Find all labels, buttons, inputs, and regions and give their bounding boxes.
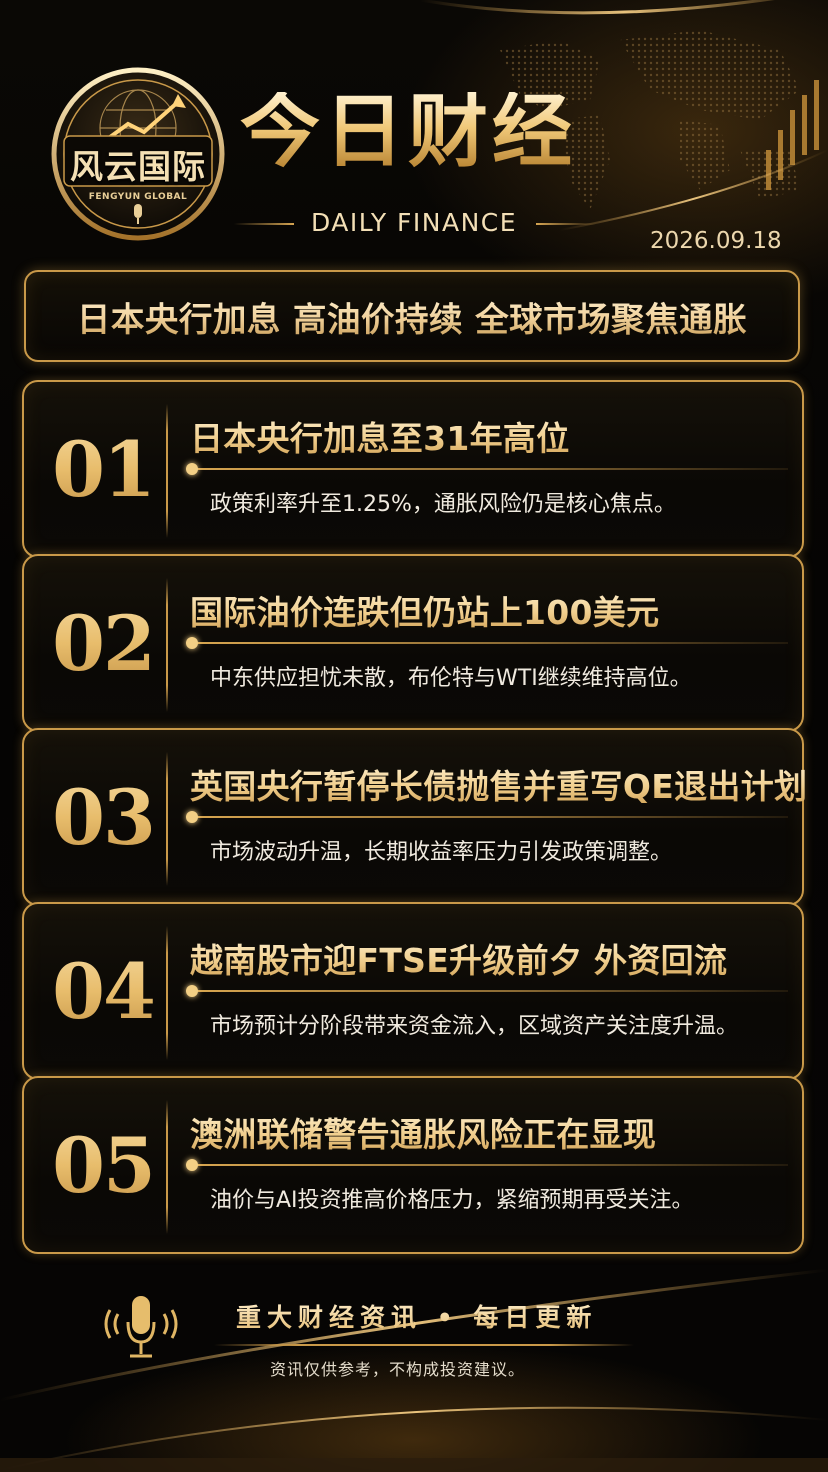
news-card: 04 越南股市迎FTSE升级前夕 外资回流 市场预计分阶段带来资金流入，区域资产… [22, 902, 804, 1080]
news-card: 05 澳洲联储警告通胀风险正在显现 油价与AI投资推高价格压力，紧缩预期再受关注… [22, 1076, 804, 1254]
title-rule [192, 816, 788, 818]
news-number: 03 [38, 730, 168, 904]
title-rule [192, 1164, 788, 1166]
headline-text: 日本央行加息 高油价持续 全球市场聚焦通胀 [77, 292, 747, 341]
microphone-icon [104, 1296, 178, 1358]
news-number: 05 [38, 1078, 168, 1252]
news-card: 03 英国央行暂停长债抛售并重写QE退出计划 市场波动升温，长期收益率压力引发政… [22, 728, 807, 906]
footer-disclaimer: 资讯仅供参考，不构成投资建议。 [270, 1360, 526, 1379]
bullet-dot [186, 811, 198, 823]
news-description: 油价与AI投资推高价格压力，紧缩预期再受关注。 [210, 1188, 694, 1213]
news-description: 中东供应担忧未散，布伦特与WTI继续维持高位。 [210, 666, 692, 691]
title-rule [192, 468, 788, 470]
news-title: 澳洲联储警告通胀风险正在显现 [190, 1108, 656, 1156]
title-rule [192, 990, 788, 992]
news-card: 02 国际油价连跌但仍站上100美元 中东供应担忧未散，布伦特与WTI继续维持高… [22, 554, 804, 732]
bottom-strip [0, 1458, 828, 1472]
card-divider [166, 926, 168, 1060]
footer-tagline: 重大财经资讯 • 每日更新 [236, 1298, 597, 1334]
bullet-dot [186, 1159, 198, 1171]
card-divider [166, 752, 168, 886]
news-number: 04 [38, 904, 168, 1078]
footer-divider [214, 1344, 634, 1346]
card-divider [166, 578, 168, 712]
subtitle-divider-right [536, 223, 596, 225]
bullet-dot [186, 637, 198, 649]
news-description: 市场波动升温，长期收益率压力引发政策调整。 [210, 840, 673, 865]
news-number: 01 [38, 382, 168, 556]
news-description: 政策利率升至1.25%，通胀风险仍是核心焦点。 [210, 492, 676, 517]
news-description: 市场预计分阶段带来资金流入，区域资产关注度升温。 [210, 1014, 739, 1039]
news-number: 02 [38, 556, 168, 730]
headline-banner: 日本央行加息 高油价持续 全球市场聚焦通胀 [24, 270, 800, 362]
bullet-dot [186, 463, 198, 475]
bullet-dot [186, 985, 198, 997]
card-divider [166, 1100, 168, 1234]
news-title: 国际油价连跌但仍站上100美元 [190, 586, 659, 634]
title-rule [192, 642, 788, 644]
top-glow-arc [419, 0, 775, 15]
news-title: 日本央行加息至31年高位 [190, 412, 570, 460]
page-subtitle: DAILY FINANCE [310, 208, 518, 237]
page-title: 今日财经 [240, 92, 620, 172]
news-title: 英国央行暂停长债抛售并重写QE退出计划 [190, 760, 807, 808]
subtitle-divider-left [234, 223, 294, 225]
news-card: 01 日本央行加息至31年高位 政策利率升至1.25%，通胀风险仍是核心焦点。 [22, 380, 804, 558]
issue-date: 2026.09.18 [650, 228, 782, 254]
card-divider [166, 404, 168, 538]
logo-text: 风云国际 [70, 147, 206, 186]
news-title: 越南股市迎FTSE升级前夕 外资回流 [190, 934, 727, 982]
logo-subtext: FENGYUN GLOBAL [88, 192, 188, 202]
